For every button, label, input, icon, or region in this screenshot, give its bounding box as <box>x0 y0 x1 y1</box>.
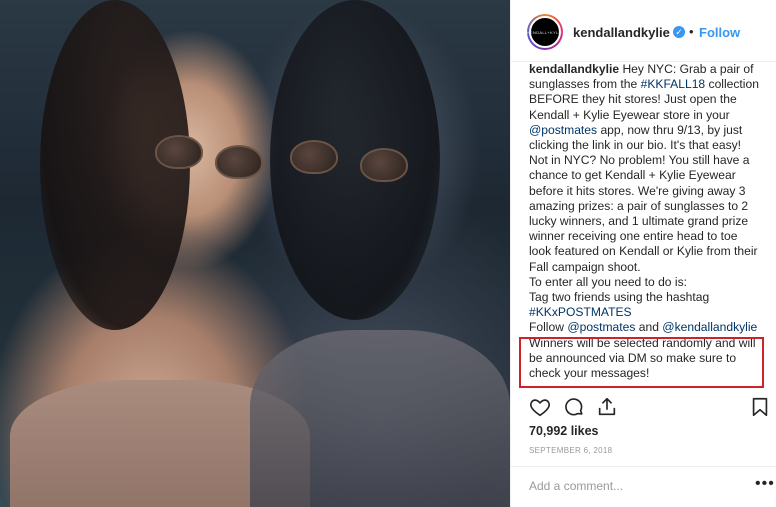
post-header: KENDALL+KYLIE kendallandkylie ✓ • Follow <box>511 0 776 62</box>
avatar-inner: KENDALL+KYLIE <box>527 16 563 48</box>
caption-line: Follow @postmates and @kendallandkylie <box>529 320 776 335</box>
caption-line: lucky winners, and 1 ultimate grand priz… <box>529 214 749 229</box>
avatar-logo-text: KENDALL+KYLIE <box>527 29 563 35</box>
caption-line: Fall campaign shoot. <box>529 259 641 274</box>
caption-line: winner receiving one entire head to toe <box>529 229 738 244</box>
follow-button[interactable]: Follow <box>699 25 740 40</box>
caption-line: kendallandkylie Hey NYC: Grab a pair of <box>529 62 776 77</box>
caption-line: look featured on Kendall or Kylie from t… <box>529 244 758 259</box>
caption-line: sunglasses from the #KKFALL18 collection <box>529 77 776 92</box>
header-username[interactable]: kendallandkylie <box>573 25 670 40</box>
header-separator: • <box>689 24 694 39</box>
hashtag-link[interactable]: #KKFALL18 <box>641 77 706 91</box>
caption-text: sunglasses from the <box>529 77 641 92</box>
caption-line: chance to get Kendall + Kylie Eyewear <box>529 168 736 183</box>
avatar[interactable]: KENDALL+KYLIE <box>527 14 563 50</box>
lens <box>360 148 408 182</box>
caption-text: Hey NYC: Grab a pair of <box>622 62 754 76</box>
mention-link[interactable]: @postmates <box>567 320 635 334</box>
caption-text: app, now thru 9/13, by just <box>597 122 743 137</box>
caption-username[interactable]: kendallandkylie <box>529 62 619 76</box>
caption-text: Follow <box>529 320 568 335</box>
post-side-panel: KENDALL+KYLIE kendallandkylie ✓ • Follow… <box>510 0 776 507</box>
caption-text: and <box>635 320 663 335</box>
caption-line: before it hits stores. We're giving away… <box>529 183 746 198</box>
post-photo[interactable] <box>0 0 510 507</box>
caption-text: collection <box>705 77 759 92</box>
highlight-box <box>519 337 764 388</box>
comment-icon[interactable] <box>563 396 585 418</box>
bookmark-icon[interactable] <box>749 396 771 418</box>
comment-bar: ••• <box>511 466 776 507</box>
lens <box>215 145 263 179</box>
verified-badge-icon: ✓ <box>673 26 685 38</box>
post-date: SEPTEMBER 6, 2018 <box>529 446 613 455</box>
share-icon[interactable] <box>596 396 618 418</box>
lens <box>155 135 203 169</box>
caption-line: Kendall + Kylie Eyewear store in your <box>529 107 730 122</box>
caption-line: clicking the link in our bio. It's that … <box>529 138 742 153</box>
mention-link[interactable]: @postmates <box>529 123 597 137</box>
caption-line: BEFORE they hit stores! Just open the <box>529 92 737 107</box>
lens <box>290 140 338 174</box>
heart-icon[interactable] <box>529 396 551 418</box>
caption-line: @postmates app, now thru 9/13, by just <box>529 123 776 138</box>
photo-figure-right <box>250 330 510 507</box>
hashtag-link[interactable]: #KKxPOSTMATES <box>529 305 776 320</box>
likes-count[interactable]: 70,992 likes <box>529 424 599 438</box>
caption-line: Not in NYC? No problem! You still have a <box>529 153 750 168</box>
caption-line: Tag two friends using the hashtag <box>529 290 710 305</box>
caption-line: To enter all you need to do is: <box>529 274 687 289</box>
comment-input[interactable] <box>529 479 729 493</box>
mention-link[interactable]: @kendallandkylie <box>662 320 757 334</box>
post-actions <box>529 396 769 418</box>
caption-line: amazing prizes: a pair of sunglasses to … <box>529 198 749 213</box>
more-options-icon[interactable]: ••• <box>755 475 775 493</box>
